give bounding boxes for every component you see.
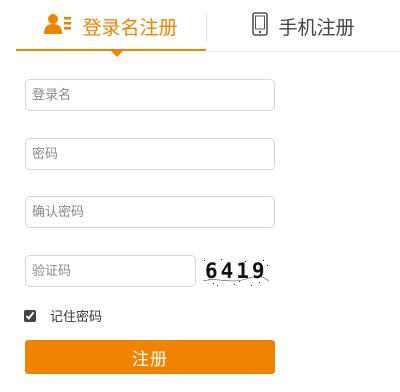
remember-password-checkbox[interactable] bbox=[24, 309, 36, 322]
remember-password[interactable]: 记住密码 bbox=[24, 306, 102, 325]
mobile-phone-icon bbox=[252, 12, 269, 40]
tab-login-name-register[interactable]: 登录名注册 bbox=[16, 0, 206, 52]
username-input[interactable] bbox=[25, 79, 275, 111]
confirm-password-input[interactable] bbox=[25, 196, 275, 228]
register-button[interactable]: 注册 bbox=[25, 340, 275, 374]
remember-password-label: 记住密码 bbox=[50, 310, 103, 325]
password-input[interactable] bbox=[25, 138, 275, 170]
captcha-image[interactable]: 6419 bbox=[201, 257, 271, 287]
tab-mobile-label: 手机注册 bbox=[278, 16, 355, 39]
tabs-underline bbox=[206, 51, 400, 52]
user-list-icon bbox=[44, 13, 72, 39]
captcha-input[interactable] bbox=[25, 255, 196, 287]
tab-login-name-label: 登录名注册 bbox=[82, 16, 178, 39]
register-tabs: 登录名注册 手机注册 bbox=[0, 0, 400, 57]
tab-mobile-register[interactable]: 手机注册 bbox=[207, 0, 400, 52]
active-tab-caret-icon bbox=[111, 51, 123, 57]
captcha-text: 6419 bbox=[205, 259, 268, 283]
